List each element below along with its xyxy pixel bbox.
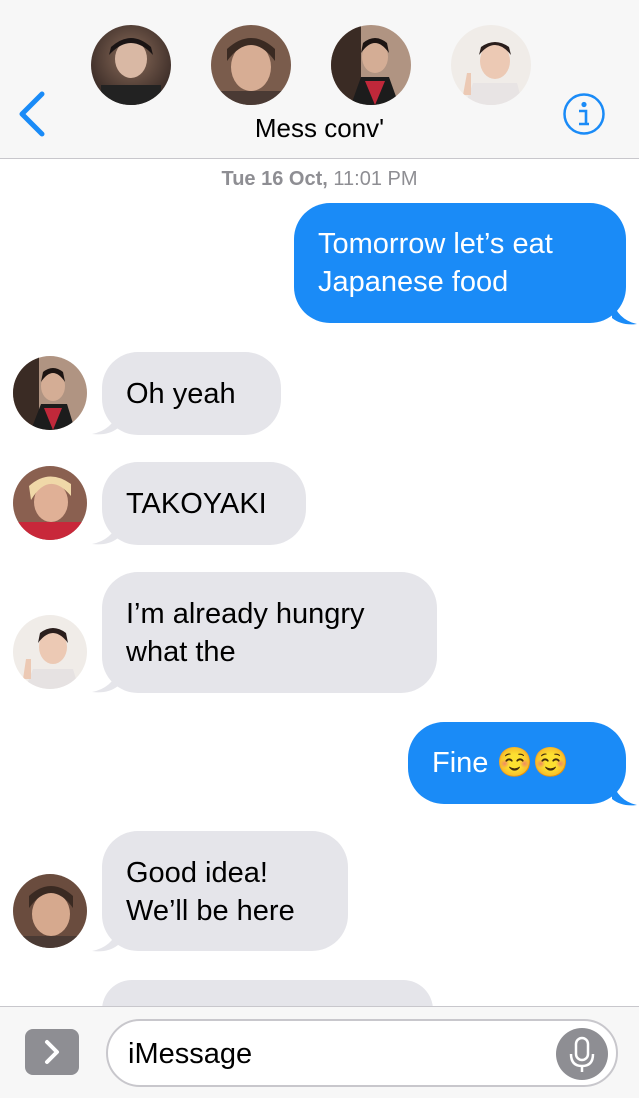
message-text-line: Oh yeah (126, 378, 236, 410)
sender-avatar[interactable] (13, 874, 87, 948)
message-timestamp: Tue 16 Oct, 11:01 PM (0, 168, 639, 191)
incoming-message-bubble[interactable]: Oh yeah (102, 352, 281, 435)
message-text-line: TAKOYAKI (126, 488, 267, 520)
message-text-line: I’m already hungry (126, 598, 365, 630)
message-text-line: Fine ☺️☺️ (432, 747, 569, 779)
sender-avatar[interactable] (13, 356, 87, 430)
timestamp-day: Tue 16 Oct, (221, 168, 328, 190)
incoming-bubble-tail (92, 929, 118, 952)
message-composer-bar (0, 1006, 639, 1098)
imessage-input-field[interactable] (106, 1019, 618, 1087)
outgoing-message-bubble[interactable]: Tomorrow let’s eat Japanese food (294, 203, 626, 323)
participant-1-avatar[interactable] (91, 25, 171, 105)
incoming-bubble-tail (92, 522, 118, 545)
message-text-line: Tomorrow let’s eat (318, 228, 553, 260)
participant-4-avatar[interactable] (451, 25, 531, 105)
timestamp-time: 11:01 PM (333, 168, 418, 190)
incoming-bubble-tail (92, 670, 118, 693)
conversation-title[interactable]: Mess conv' (0, 113, 639, 144)
message-text-line: We’ll be here (126, 895, 295, 927)
outgoing-bubble-tail (612, 300, 637, 325)
sender-avatar[interactable] (13, 466, 87, 540)
sender-avatar[interactable] (13, 615, 87, 689)
message-text-line: what the (126, 636, 236, 668)
microphone-button[interactable] (556, 1028, 608, 1080)
microphone-icon (569, 1036, 595, 1072)
message-text-line: Good idea! (126, 857, 268, 889)
incoming-bubble-tail (92, 412, 118, 435)
incoming-message-bubble[interactable]: I’m already hungry what the (102, 572, 437, 693)
info-circle-icon[interactable] (562, 92, 606, 136)
participant-2-avatar[interactable] (211, 25, 291, 105)
outgoing-bubble-tail (612, 781, 637, 806)
participant-3-avatar[interactable] (331, 25, 411, 105)
message-text-line: Japanese food (318, 266, 509, 298)
outgoing-message-bubble[interactable]: Fine ☺️☺️ (408, 722, 626, 804)
imessage-input[interactable] (126, 1033, 550, 1075)
chevron-right-icon (45, 1040, 59, 1064)
incoming-message-bubble[interactable]: Good idea! We’ll be here (102, 831, 348, 951)
incoming-message-bubble[interactable]: TAKOYAKI (102, 462, 306, 545)
apps-button[interactable] (25, 1029, 79, 1075)
conversation-header: Mess conv' (0, 0, 639, 159)
